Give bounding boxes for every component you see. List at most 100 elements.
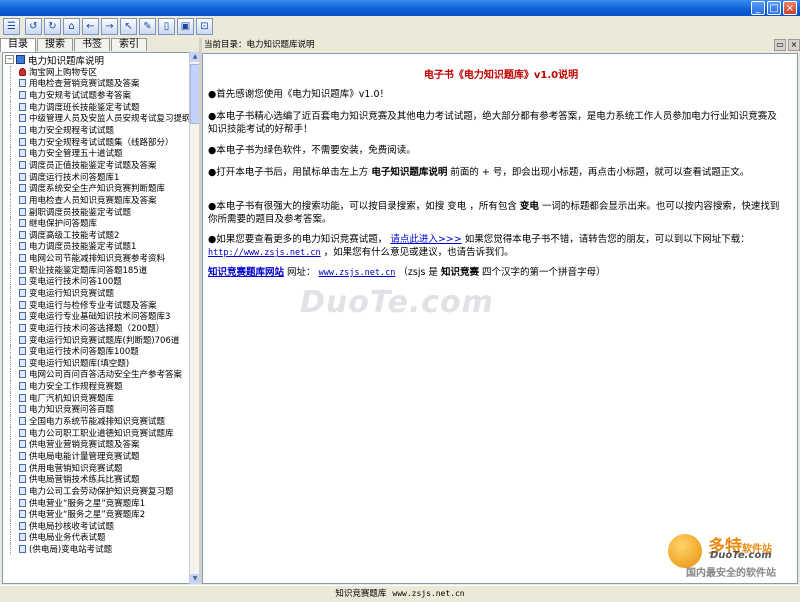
tree-item[interactable]: 副职调度员技能鉴定考试题 xyxy=(3,205,189,218)
tree-item[interactable]: 调度系统安全生产知识竞赛判断题库 xyxy=(3,182,189,194)
tree-item-label: 电力安全管理五十道试题 xyxy=(29,149,123,160)
tree-item-label: 电力安全规程考试试题 xyxy=(29,126,115,136)
document-icon xyxy=(19,277,26,286)
tree-item[interactable]: 电力安全规程考试试题 xyxy=(3,124,189,136)
book-icon xyxy=(16,55,25,64)
tree-item[interactable]: 中级管理人员及安监人员安规考试复习提纲 xyxy=(3,112,189,124)
tree-item[interactable]: 变电运行技术问答100题 xyxy=(3,275,189,288)
document-icon xyxy=(19,451,26,460)
page-icon[interactable]: ▯ xyxy=(158,17,175,35)
tree-item[interactable]: 职业技能鉴定题库问答题185道 xyxy=(3,263,189,276)
tab-bookmarks[interactable]: 书签 xyxy=(74,38,110,51)
document-icon xyxy=(19,265,26,274)
pointer-icon[interactable]: ↖ xyxy=(120,17,137,35)
tree-item[interactable]: 供用电营销知识竞赛试题 xyxy=(3,461,189,473)
tab-search[interactable]: 搜索 xyxy=(37,38,73,51)
tree-item[interactable]: 电力公司职工职业道德知识竞赛试题库 xyxy=(3,426,189,439)
tree-item-label: 电力公司工会劳动保护知识竞赛复习题 xyxy=(29,486,174,497)
tree-item[interactable]: 供电营业“服务之星”竞赛题库1 xyxy=(3,496,189,508)
back-icon[interactable]: ↺ xyxy=(25,17,42,35)
tree-item-label: 供电营业营销竞赛试题及答案 xyxy=(29,440,140,451)
maximize-button[interactable]: □ xyxy=(767,1,781,15)
tree-item[interactable]: 继电保护问答题库 xyxy=(3,217,189,229)
home-icon[interactable]: ⌂ xyxy=(63,17,80,35)
refresh-icon[interactable]: ↻ xyxy=(44,17,61,35)
tree-item[interactable]: 调度员正值技能鉴定考试题及答案 xyxy=(3,159,189,171)
paragraph-thanks: ●首先感谢您使用《电力知识题库》v1.0！ xyxy=(208,89,390,100)
tree-item[interactable]: 电厂汽机知识竞赛题库 xyxy=(3,391,189,404)
tree-item[interactable]: 供电局营销技术练兵比赛试题 xyxy=(3,473,189,485)
tree-item-label: 电厂汽机知识竞赛题库 xyxy=(29,393,115,404)
tree-item[interactable]: 变电运行专业基础知识技术问答题库3 xyxy=(3,310,189,322)
tree-item-label: 副职调度员技能鉴定考试题 xyxy=(29,207,132,218)
tree-item[interactable]: 电力安全规程考试试题集（线路部分） xyxy=(3,135,189,148)
site-link[interactable]: 知识竞赛题库网站 xyxy=(208,267,284,278)
tree-item-label: 电力安全规程考试试题集（线路部分） xyxy=(29,137,174,148)
document-icon xyxy=(19,358,26,367)
menu-icon[interactable]: ☰ xyxy=(3,17,20,35)
document-icon xyxy=(19,428,26,437)
tree-item[interactable]: 全国电力系统节能减排知识竞赛试题 xyxy=(3,415,189,427)
current-path: 当前目录：电力知识题库说明 xyxy=(204,40,315,50)
tree-item[interactable]: 电网公司节能减排知识竞赛参考资料 xyxy=(3,252,189,264)
tree-item-label: 调度运行技术问答题库1 xyxy=(29,172,120,183)
prev-icon[interactable]: ← xyxy=(82,17,99,35)
tree-item-label: 供电局营销技术练兵比赛试题 xyxy=(29,475,140,486)
tree-item[interactable]: 电力调度班长技能鉴定考试题 xyxy=(3,100,189,113)
collapse-icon[interactable]: − xyxy=(5,55,14,64)
tree-item[interactable]: 电力安全管理五十道试题 xyxy=(3,147,189,159)
tree-item[interactable]: 电力安规考试试题参考答案 xyxy=(3,89,189,101)
tree-item[interactable]: 供电营业营销竞赛试题及答案 xyxy=(3,438,189,451)
tree-item[interactable]: 供电局业务代表试题 xyxy=(3,531,189,543)
tree-item[interactable]: 用电检查人员知识竞赛题库及答案 xyxy=(3,194,189,206)
tree-item[interactable]: 用电检查营销竞赛试题及答案 xyxy=(3,77,189,89)
pane-close-icon[interactable]: × xyxy=(788,39,800,51)
tree-item[interactable]: 调度高级工技能考试题2 xyxy=(3,228,189,241)
close-button[interactable]: × xyxy=(783,1,797,15)
tree-item[interactable]: 调度运行技术问答题库1 xyxy=(3,170,189,183)
site-url-link[interactable]: www.zsjs.net.cn xyxy=(319,268,396,278)
document-icon xyxy=(19,475,26,484)
minimize-button[interactable]: _ xyxy=(751,1,765,15)
tree-item[interactable]: 变电运行技术问答题库100题 xyxy=(3,345,189,357)
current-path-bar: 当前目录：电力知识题库说明 ▭ × xyxy=(202,38,800,52)
document-icon xyxy=(19,417,26,426)
tree-items: 淘宝网上购物专区 用电检查营销竞赛试题及答案 电力安规考试试题参考答案 电力调度班长技… xyxy=(3,66,189,555)
zoom-icon[interactable]: ⊡ xyxy=(196,17,213,35)
save-icon[interactable]: ▣ xyxy=(177,17,194,35)
duote-logo: 多特软件站 DuoTe.com 国内最安全的软件站 xyxy=(658,532,798,580)
paragraph-site: 知识竞赛题库网站 网址： www.zsjs.net.cn （zsjs 是 知识竞… xyxy=(208,266,782,280)
tab-index[interactable]: 索引 xyxy=(111,38,147,51)
download-url-link[interactable]: http://www.zsjs.net.cn xyxy=(208,248,321,258)
document-icon xyxy=(19,382,26,391)
tree-item[interactable]: 电力公司工会劳动保护知识竞赛复习题 xyxy=(3,485,189,497)
tree-item-label: 变电运行技术问答100题 xyxy=(29,277,122,288)
tree-item[interactable]: 变电运行技术问答选择题（200题） xyxy=(3,322,189,334)
tree-item-label: 变电运行技术问答题库100题 xyxy=(29,347,139,358)
pane-restore-icon[interactable]: ▭ xyxy=(774,39,786,51)
tree-item[interactable]: 供电营业“服务之星”竞赛题库2 xyxy=(3,508,189,520)
tree-item[interactable]: 变电运行知识竞赛试题 xyxy=(3,287,189,299)
next-icon[interactable]: → xyxy=(101,17,118,35)
tree-item[interactable]: 电力调度员技能鉴定考试题1 xyxy=(3,240,189,253)
tree-item[interactable]: 变电运行知识竞赛试题库(判断题)706道 xyxy=(3,333,189,345)
tree-root[interactable]: − 电力知识题库说明 xyxy=(3,53,189,67)
tree-item[interactable]: 电网公司百问百答活动安全生产参考答案 xyxy=(3,368,189,380)
tree-item[interactable]: 变电运行知识题库(填空题) xyxy=(3,357,189,369)
tree-item-label: 变电运行知识题库(填空题) xyxy=(29,358,130,369)
tree-item[interactable]: 电力知识竞赛问答百题 xyxy=(3,403,189,415)
tree-item-label: 电力调度员技能鉴定考试题1 xyxy=(29,242,137,253)
tab-contents[interactable]: 目录 xyxy=(0,38,36,52)
tree-item[interactable]: 电力安全工作规程竞赛题 xyxy=(3,380,189,392)
title-bar: _ □ × xyxy=(0,0,800,16)
more-link[interactable]: 请点此进入>>> xyxy=(390,234,461,245)
tree-item[interactable]: 供电局抄核收考试试题 xyxy=(3,519,189,532)
document-icon xyxy=(19,114,26,123)
tree-item[interactable]: (供电局)变电站考试题 xyxy=(3,543,189,555)
tree-item[interactable]: 供电局电能计量管理竞赛试题 xyxy=(3,450,189,462)
tree-item[interactable]: 淘宝网上购物专区 xyxy=(3,66,189,78)
pen-icon[interactable]: ✎ xyxy=(139,17,156,35)
tree-item[interactable]: 变电运行与检修专业考试题及答案 xyxy=(3,298,189,310)
document-icon xyxy=(19,184,26,193)
document-icon xyxy=(19,160,26,169)
